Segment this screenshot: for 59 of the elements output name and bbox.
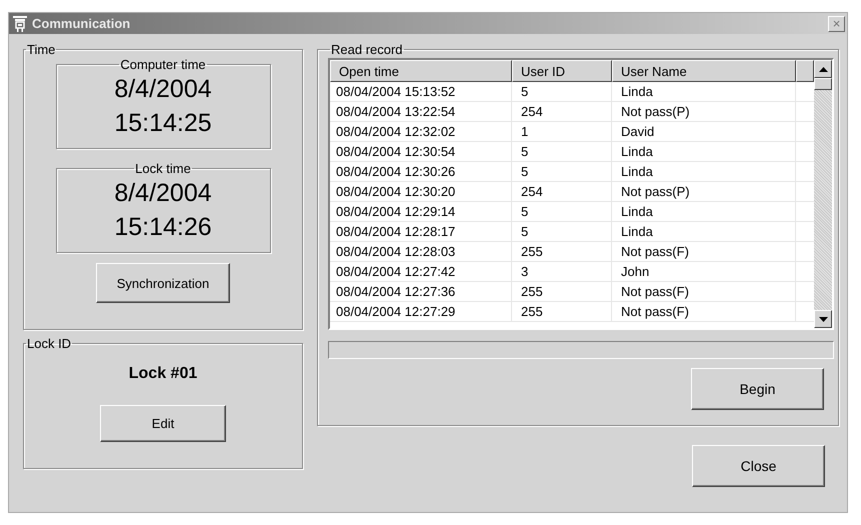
table-cell: 08/04/2004 12:28:03	[330, 242, 512, 261]
group-label: Lock time	[134, 161, 192, 176]
table-cell: John	[612, 262, 796, 281]
table-cell: Linda	[612, 82, 796, 101]
up-arrow-icon	[818, 66, 828, 72]
group-label: Lock ID	[26, 336, 72, 351]
table-cell: Not pass(P)	[612, 102, 796, 121]
down-arrow-icon	[818, 316, 828, 322]
table-cell: 08/04/2004 12:30:20	[330, 182, 512, 201]
table-cell: 5	[512, 202, 612, 221]
table-cell: 08/04/2004 12:28:17	[330, 222, 512, 241]
synchronization-button[interactable]: Synchronization	[96, 263, 230, 303]
column-header[interactable]: Open time	[330, 60, 512, 82]
window-title: Communication	[32, 16, 132, 31]
table-cell: 08/04/2004 12:27:29	[330, 302, 512, 321]
table-cell: 1	[512, 122, 612, 141]
table-cell: 254	[512, 182, 612, 201]
lock-id-text: Lock #01	[128, 365, 198, 383]
table-cell: 254	[512, 102, 612, 121]
table-cell: 08/04/2004 12:30:26	[330, 162, 512, 181]
table-cell: 255	[512, 282, 612, 301]
table-cell: 08/04/2004 12:32:02	[330, 122, 512, 141]
table-cell: 5	[512, 222, 612, 241]
table-cell: 3	[512, 262, 612, 281]
plug-icon	[13, 16, 27, 32]
group-label: Read record	[330, 42, 404, 57]
table-cell: 5	[512, 82, 612, 101]
table-cell: Linda	[612, 142, 796, 161]
table-cell: 08/04/2004 12:27:42	[330, 262, 512, 281]
table-cell: 255	[512, 242, 612, 261]
group-label: Computer time	[119, 57, 207, 72]
table-cell: Linda	[612, 222, 796, 241]
date-text: 8/4/2004	[113, 74, 213, 105]
close-button[interactable]: Close	[692, 445, 825, 487]
group-label: Time	[26, 42, 56, 57]
table-cell: 08/04/2004 12:30:54	[330, 142, 512, 161]
column-header[interactable]: User Name	[612, 60, 796, 82]
scroll-bar[interactable]	[814, 60, 832, 328]
table-cell: 08/04/2004 12:27:36	[330, 282, 512, 301]
edit-button[interactable]: Edit	[100, 405, 226, 442]
scroll-thumb[interactable]	[814, 78, 832, 90]
table-cell: 08/04/2004 13:22:54	[330, 102, 512, 121]
table-cell: Linda	[612, 162, 796, 181]
table-cell: 08/04/2004 15:13:52	[330, 82, 512, 101]
table-cell: 08/04/2004 12:29:14	[330, 202, 512, 221]
column-header[interactable]: User ID	[512, 60, 612, 82]
table-cell: Not pass(F)	[612, 242, 796, 261]
time-text: 15:14:25	[113, 108, 213, 139]
table-cell: David	[612, 122, 796, 141]
table-cell: Linda	[612, 202, 796, 221]
table-cell: 255	[512, 302, 612, 321]
table-cell: 5	[512, 142, 612, 161]
table-cell: Not pass(F)	[612, 302, 796, 321]
date-text: 8/4/2004	[113, 178, 213, 209]
begin-button[interactable]: Begin	[691, 368, 824, 410]
table-cell: Not pass(F)	[612, 282, 796, 301]
time-text: 15:14:26	[113, 212, 213, 243]
table-cell: 5	[512, 162, 612, 181]
table-cell: Not pass(P)	[612, 182, 796, 201]
